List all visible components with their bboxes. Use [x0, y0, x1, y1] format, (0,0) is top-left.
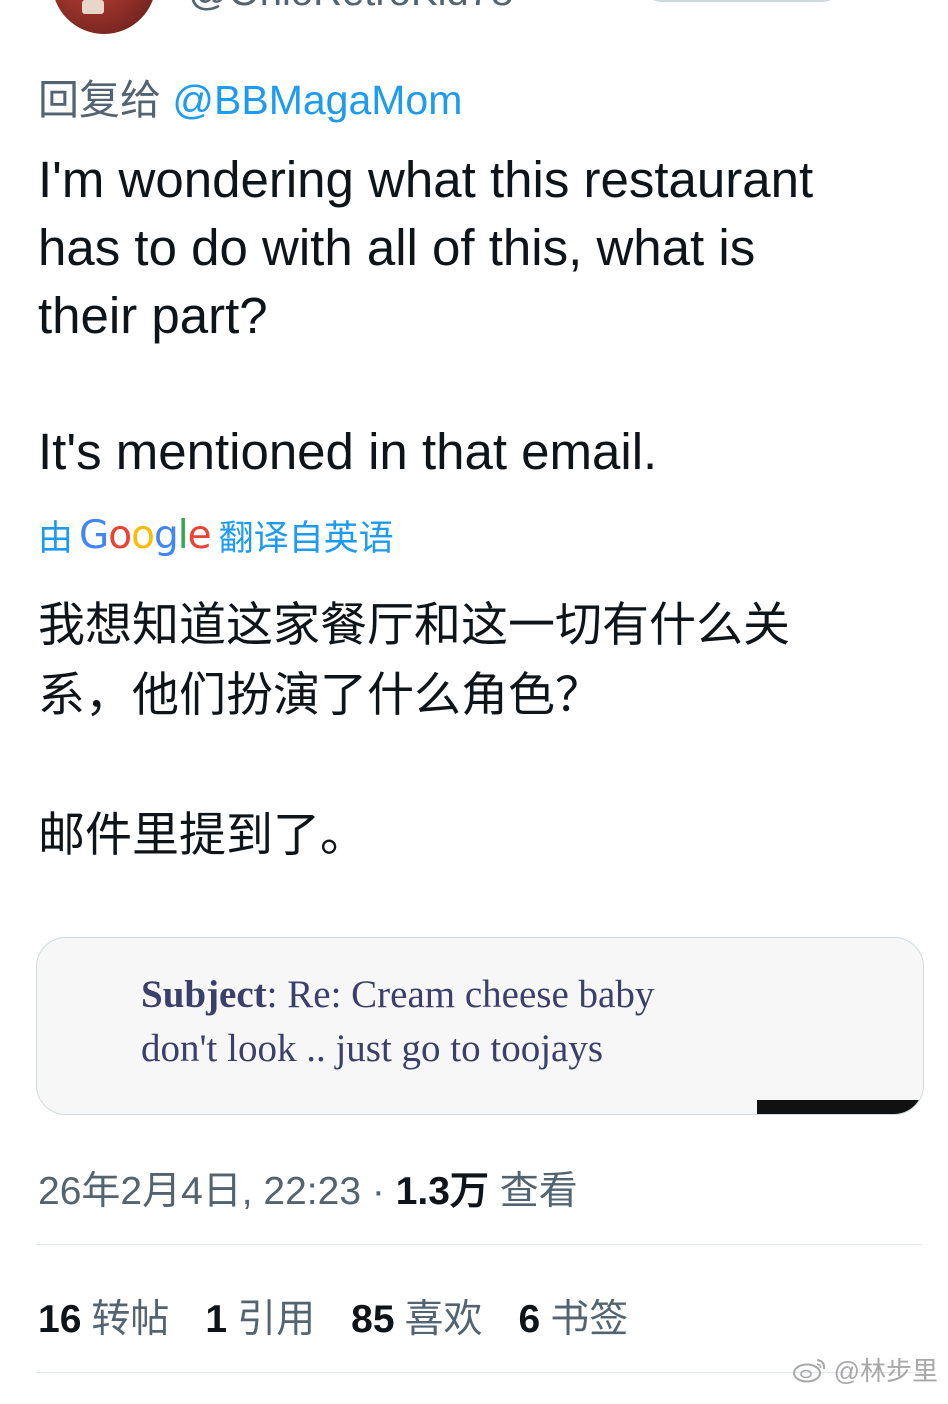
views-count: 1.3万	[395, 1170, 489, 1213]
translation-suffix: 翻译自英语	[218, 519, 394, 558]
email-subject-line2: don't look .. just go to toojays	[141, 1027, 604, 1070]
reply-handle-link[interactable]: @BBMagaMom	[172, 77, 462, 123]
follow-button[interactable]	[640, 0, 844, 2]
watermark-text: @林步里	[833, 1356, 938, 1386]
tweet-text-line: I'm wondering what this restaurant	[38, 151, 814, 208]
tweet-text: I'm wondering what this restaurant has t…	[38, 146, 918, 486]
stat-likes[interactable]: 85 喜欢	[351, 1288, 482, 1344]
author-avatar[interactable]	[52, 0, 156, 34]
weibo-icon	[792, 1358, 825, 1382]
translated-text: 我想知道这家餐厅和这一切有什么关 系，他们扮演了什么角色？ 邮件里提到了。	[38, 590, 918, 870]
tweet-text-line: has to do with all of this, what is	[38, 219, 756, 276]
reply-prefix: 回复给	[38, 77, 173, 123]
author-handle[interactable]: @OhioRetroKid78	[188, 0, 513, 15]
engagement-stats: 16 转帖 1 引用 85 喜欢 6 书签	[38, 1288, 664, 1344]
reply-to-line: 回复给 @BBMagaMom	[38, 66, 462, 126]
translated-text-line: 系，他们扮演了什么角色？	[38, 668, 602, 721]
translation-attribution[interactable]: 由 Google 翻译自英语	[38, 510, 394, 561]
tweet-text-line: It's mentioned in that email.	[38, 423, 658, 480]
stat-reposts[interactable]: 16 转帖	[38, 1288, 169, 1344]
divider	[36, 1244, 922, 1245]
stat-quotes[interactable]: 1 引用	[205, 1288, 315, 1344]
google-logo: Google	[79, 513, 212, 558]
email-subject-label: Subject	[141, 973, 267, 1016]
meta-separator: ·	[361, 1170, 396, 1213]
tweet-timestamp[interactable]: 26年2月4日, 22:23	[38, 1170, 361, 1213]
weibo-watermark: @林步里	[792, 1351, 938, 1388]
email-screenshot-text: Subject: Re: Cream cheese baby don't loo…	[141, 968, 654, 1076]
translation-prefix: 由	[38, 519, 74, 558]
tweet-text-line: their part?	[38, 287, 268, 344]
image-edge-bar	[757, 1100, 923, 1114]
email-subject-text: : Re: Cream cheese baby	[266, 973, 655, 1016]
stat-bookmarks[interactable]: 6 书签	[519, 1288, 629, 1344]
tweet-meta: 26年2月4日, 22:23 · 1.3万 查看	[38, 1160, 578, 1216]
views-label: 查看	[488, 1170, 578, 1213]
divider	[36, 1372, 922, 1373]
translated-text-line: 邮件里提到了。	[38, 808, 367, 861]
media-image[interactable]: Subject: Re: Cream cheese baby don't loo…	[36, 937, 924, 1115]
translated-text-line: 我想知道这家餐厅和这一切有什么关	[38, 598, 790, 651]
